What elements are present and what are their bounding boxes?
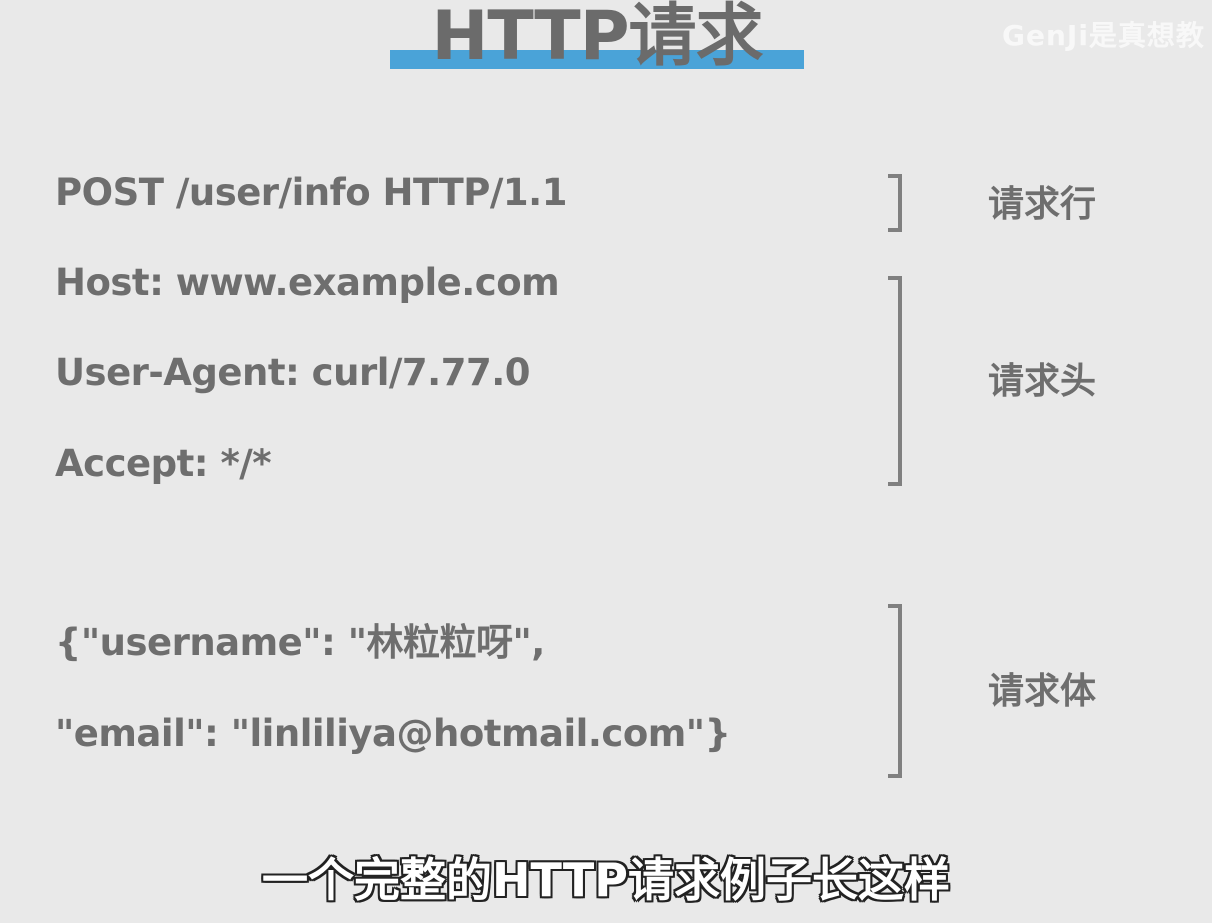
body-line-2: "email": "linliliya@hotmail.com"} — [55, 712, 731, 755]
headers-label: 请求头 — [988, 361, 1097, 402]
watermark: GenJi是真想教 — [1002, 19, 1205, 52]
body-bracket — [888, 604, 902, 778]
headers-bracket — [888, 276, 902, 486]
request-line: POST /user/info HTTP/1.1 — [55, 171, 567, 214]
video-subtitle: 一个完整的HTTP请求例子长这样 — [261, 853, 951, 907]
header-accept: Accept: */* — [55, 442, 272, 485]
header-user-agent: User-Agent: curl/7.77.0 — [55, 351, 531, 394]
body-line-1: {"username": "林粒粒呀", — [55, 621, 545, 664]
body-label: 请求体 — [988, 671, 1097, 712]
page-title-block: HTTP请求 — [390, 0, 805, 76]
request-line-bracket — [888, 174, 902, 232]
request-line-label: 请求行 — [988, 184, 1097, 225]
header-host: Host: www.example.com — [55, 261, 560, 304]
page-title: HTTP请求 — [431, 0, 763, 76]
